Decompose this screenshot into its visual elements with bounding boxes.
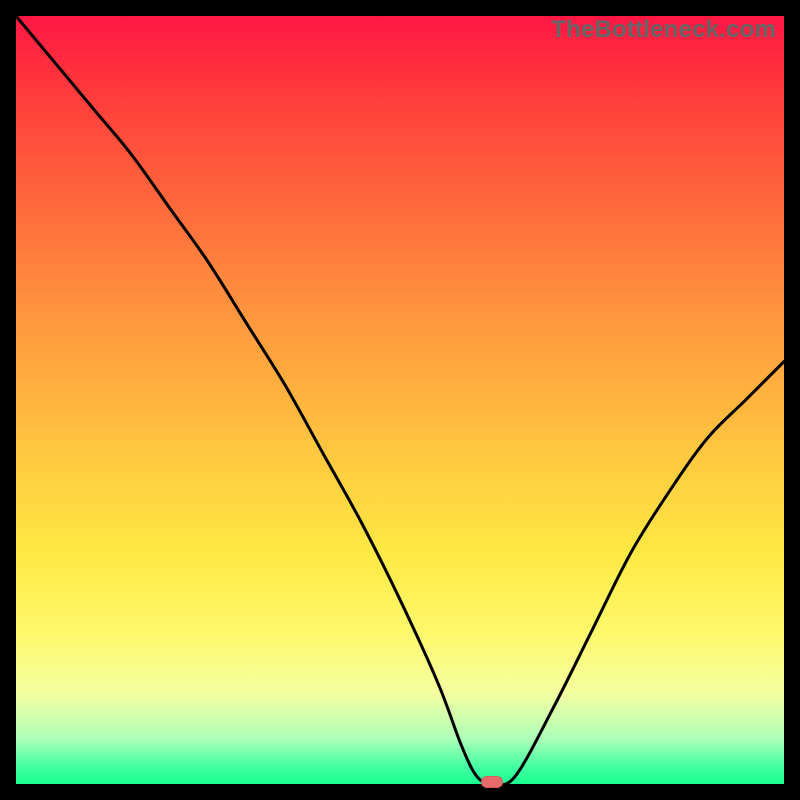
chart-plot-area: TheBottleneck.com	[16, 16, 784, 784]
bottleneck-curve	[16, 16, 784, 784]
curve-path	[16, 16, 784, 784]
optimal-marker	[481, 776, 503, 788]
chart-frame: TheBottleneck.com	[0, 0, 800, 800]
